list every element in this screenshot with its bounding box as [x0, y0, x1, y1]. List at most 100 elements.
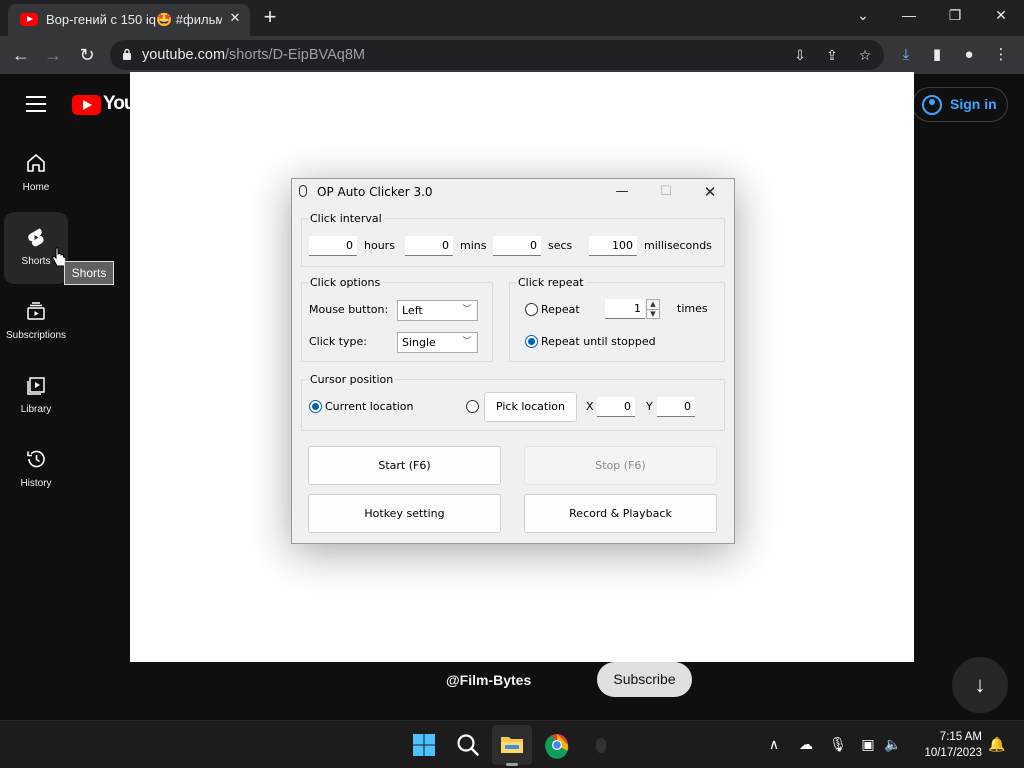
repeat-until-stopped-radio[interactable]: [525, 335, 538, 348]
minimize-window-button[interactable]: —: [886, 0, 932, 30]
install-app-icon[interactable]: ⇩: [790, 45, 810, 65]
repeat-count-spinner[interactable]: ▲ ▼: [646, 299, 660, 319]
bookmark-star-icon[interactable]: ☆: [855, 45, 875, 65]
tab-search-icon[interactable]: ⌄: [840, 0, 886, 30]
mouse-button-value: Left: [402, 304, 423, 317]
side-panel-icon[interactable]: ▮: [926, 44, 948, 66]
hamburger-menu-icon[interactable]: [26, 96, 46, 112]
next-video-arrow-icon[interactable]: ↓: [952, 657, 1008, 713]
pick-location-radio[interactable]: [466, 400, 479, 413]
notification-bell-icon[interactable]: 🔔: [986, 733, 1008, 755]
home-icon: [27, 154, 45, 172]
mouse-app-icon: [299, 185, 307, 197]
auto-clicker-taskbar-button[interactable]: [581, 725, 621, 765]
dialog-minimize-button[interactable]: —: [600, 179, 644, 205]
url-text[interactable]: youtube.com/shorts/D-EipBVAq8M: [142, 47, 365, 63]
back-arrow-icon[interactable]: ←: [8, 42, 34, 68]
spin-up-icon[interactable]: ▲: [647, 300, 659, 309]
history-icon: [27, 450, 45, 468]
downloads-icon[interactable]: ⤓: [895, 44, 917, 66]
volume-icon[interactable]: 🔈: [882, 733, 904, 755]
address-bar[interactable]: youtube.com/shorts/D-EipBVAq8M ⇩ ⇪ ☆: [110, 40, 884, 70]
account-circle-icon: [922, 95, 942, 115]
spin-down-icon[interactable]: ▼: [647, 309, 659, 318]
click-repeat-title: Click repeat: [516, 276, 586, 289]
pick-location-button[interactable]: Pick location: [484, 392, 577, 422]
browser-tab-active[interactable]: Вор-гений с 150 iq🤩 #фильмы ✕: [8, 4, 250, 36]
sign-in-button[interactable]: Sign in: [912, 87, 1008, 122]
record-playback-button[interactable]: Record & Playback: [524, 494, 717, 533]
repeat-radio[interactable]: [525, 303, 538, 316]
restore-window-button[interactable]: ❐: [932, 0, 978, 30]
repeat-label: Repeat: [541, 303, 580, 316]
tab-title: Вор-гений с 150 iq🤩 #фильмы: [46, 12, 222, 27]
search-icon: [457, 734, 479, 756]
tab-close-icon[interactable]: ✕: [226, 9, 244, 27]
auto-clicker-window: OP Auto Clicker 3.0 — ☐ ✕ Click interval…: [291, 178, 735, 544]
mouse-button-select[interactable]: Left ﹀: [397, 300, 478, 321]
clock-date: 10/17/2023: [924, 747, 982, 759]
click-options-group: Click options Mouse button: Left ﹀ Click…: [301, 276, 493, 362]
times-label: times: [677, 302, 708, 315]
click-type-select[interactable]: Single ﹀: [397, 332, 478, 353]
tray-overflow-chevron-icon[interactable]: ∧: [763, 733, 785, 755]
close-window-button[interactable]: ✕: [978, 0, 1024, 30]
repeat-until-stopped-label: Repeat until stopped: [541, 335, 656, 348]
onedrive-cloud-icon[interactable]: ☁: [795, 733, 817, 755]
y-coordinate-input[interactable]: 0: [657, 397, 695, 417]
menu-kebab-icon[interactable]: ⋮: [990, 44, 1012, 66]
channel-name[interactable]: @Film-Bytes: [446, 672, 531, 688]
dialog-titlebar[interactable]: OP Auto Clicker 3.0 — ☐ ✕: [292, 179, 734, 205]
subscribe-button[interactable]: Subscribe: [597, 662, 692, 697]
secs-input[interactable]: 0: [493, 236, 541, 256]
sidebar-item-home[interactable]: Home: [4, 138, 68, 210]
repeat-count-input[interactable]: 1: [605, 299, 645, 319]
x-coordinate-input[interactable]: 0: [597, 397, 635, 417]
clock[interactable]: 7:15 AM 10/17/2023: [910, 729, 982, 761]
click-type-value: Single: [402, 336, 436, 349]
click-options-title: Click options: [308, 276, 383, 289]
new-tab-button[interactable]: +: [258, 5, 282, 29]
mins-input[interactable]: 0: [405, 236, 453, 256]
youtube-favicon-icon: [20, 13, 38, 26]
windows-taskbar: ∧ ☁ 🎙 ▣ 🔈 7:15 AM 10/17/2023 🔔: [0, 720, 1024, 768]
search-button[interactable]: [448, 725, 488, 765]
cursor-position-title: Cursor position: [308, 373, 396, 386]
sidebar-item-label: Library: [20, 404, 52, 415]
share-icon[interactable]: ⇪: [822, 45, 842, 65]
folder-icon: [501, 737, 523, 753]
channel-bar: @Film-Bytes Subscribe: [388, 662, 708, 716]
click-type-label: Click type:: [309, 335, 367, 348]
shorts-icon: [28, 228, 44, 247]
milliseconds-input[interactable]: 100: [589, 236, 637, 256]
hours-input[interactable]: 0: [309, 236, 357, 256]
sidebar-item-label: History: [20, 478, 52, 489]
shorts-tooltip: Shorts: [64, 261, 114, 285]
chevron-down-icon: ﹀: [462, 337, 472, 347]
y-label: Y: [646, 400, 653, 413]
start-menu-button[interactable]: [404, 725, 444, 765]
network-icon[interactable]: ▣: [857, 733, 879, 755]
secs-label: secs: [548, 239, 573, 252]
youtube-logo-icon[interactable]: [72, 95, 101, 115]
reload-icon[interactable]: ↻: [74, 42, 100, 68]
dialog-maximize-button: ☐: [660, 184, 672, 199]
start-button[interactable]: Start (F6): [308, 446, 501, 485]
x-label: X: [586, 400, 594, 413]
profile-icon[interactable]: ●: [958, 44, 980, 66]
forward-arrow-icon[interactable]: →: [40, 42, 66, 68]
sidebar-item-library[interactable]: Library: [4, 360, 68, 432]
milliseconds-label: milliseconds: [644, 239, 712, 252]
hotkey-setting-button[interactable]: Hotkey setting: [308, 494, 501, 533]
chrome-taskbar-button[interactable]: [537, 725, 577, 765]
sidebar-item-history[interactable]: History: [4, 434, 68, 506]
current-location-radio[interactable]: [309, 400, 322, 413]
browser-tabstrip: Вор-гений с 150 iq🤩 #фильмы ✕ + ⌄ — ❐ ✕: [0, 0, 1024, 36]
stop-button: Stop (F6): [524, 446, 717, 485]
subscriptions-icon: [27, 302, 45, 320]
dialog-close-button[interactable]: ✕: [688, 179, 732, 205]
microphone-icon[interactable]: 🎙: [827, 733, 849, 755]
sidebar-item-subscriptions[interactable]: Subscriptions: [4, 286, 68, 358]
file-explorer-taskbar-button[interactable]: [492, 725, 532, 766]
windows-logo-icon: [413, 734, 435, 756]
